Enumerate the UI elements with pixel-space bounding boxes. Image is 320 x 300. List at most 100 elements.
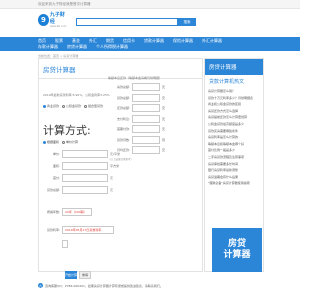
loan-type-label: 公积金贷款 — [66, 104, 82, 108]
nav-row-2: 存款计算器 房贷计算器 个人所得税计算器 — [38, 44, 137, 50]
field-downpayment: 首付: 元 — [45, 174, 113, 182]
reset-button[interactable]: 重填 — [79, 271, 91, 279]
nav-item[interactable]: 保险计算器 — [173, 38, 193, 44]
field-label: 面积: — [52, 164, 60, 168]
calc-method-label: 单价计算 — [66, 140, 79, 144]
result-unit: 元 — [162, 95, 166, 100]
result-unit: 元 — [162, 106, 166, 110]
years-select[interactable]: 20年（240期） — [62, 208, 92, 216]
sidebar-article-link[interactable]: 首付比例一般是多少 — [208, 147, 260, 154]
result-unit: 元 — [162, 127, 166, 131]
downpayment-input[interactable] — [62, 174, 108, 182]
sidebar-article-link[interactable]: 房贷提前还款怎么计算更划算 — [208, 114, 260, 121]
sidebar-article-link[interactable]: "理财必备"房贷计算器使用指南 — [208, 180, 260, 187]
field-label: 贷款总额: — [46, 188, 60, 192]
logo-mark-icon: 9 — [38, 13, 49, 26]
result-unit: 元 — [162, 85, 166, 89]
nav-item[interactable]: 存款计算器 — [38, 44, 58, 50]
radio-by-price[interactable] — [62, 140, 66, 144]
loan-type-label: 组合型贷款 — [88, 104, 104, 108]
loan-type-group: 商业贷款 公积金贷款 组合型贷款 — [43, 104, 106, 108]
results-head: 等额本息还款（等额本金请看月供明细） — [108, 76, 163, 80]
sidebar-article-link[interactable]: 商业和公积金贷款的区别 — [208, 101, 260, 108]
result-value — [132, 83, 160, 91]
sidebar-head: 房贷计算器 — [205, 59, 263, 75]
sidebar-article-link[interactable]: 银行房贷利率最新调整 — [208, 167, 260, 174]
rate-select[interactable]: 2019年05月17日基准利率 — [62, 226, 114, 234]
sidebar-article-link[interactable]: 房贷审批需要多长时间 — [208, 161, 260, 168]
site-logo[interactable]: 9 九子财经 www.9zi.com — [38, 12, 68, 28]
nav-item[interactable]: 房贷计算器 — [67, 44, 87, 50]
nav-item[interactable]: 外汇计算器 — [202, 38, 222, 44]
logo-domain: www.9zi.com — [49, 25, 67, 28]
field-loan-total: 贷款总额: 元 — [45, 186, 113, 194]
result-value — [132, 125, 160, 133]
field-unit: 元 — [110, 176, 114, 180]
result-row: 贷款总额: 元 — [108, 93, 200, 102]
footer-text: 咨询客服QQ：2786-000401，如果房贷计算器计算有误或提供改进建议，请联… — [45, 283, 163, 288]
result-label: 首期付款: — [116, 127, 130, 131]
result-label: 还款总额: — [116, 106, 130, 110]
sidebar-article-link[interactable]: 房贷计算器怎么用？ — [208, 88, 260, 95]
field-unit: 元 — [110, 188, 114, 192]
radio-fund[interactable] — [62, 104, 66, 108]
field-years: 按揭年数: 20年（240期） — [45, 208, 92, 216]
sidebar-article-link[interactable]: 公积金贷款最高额度是多少 — [208, 121, 260, 128]
result-row: 支付利息: 元 — [108, 114, 200, 123]
search-input[interactable] — [76, 18, 178, 26]
result-label: 贷款总额: — [116, 95, 130, 100]
sidebar-article-list: 房贷计算器怎么用？ 贷款十万元利率多少？月供明细表 商业和公积金贷款的区别 房贷… — [205, 88, 263, 187]
calc-method-label: 根据面积 — [47, 140, 60, 144]
result-value — [132, 93, 160, 102]
result-label: 房款总额: — [116, 85, 130, 89]
result-unit: 元 — [162, 116, 166, 121]
nav-item[interactable]: 个人所得税计算器 — [96, 44, 128, 50]
logo-name: 九子财经 — [49, 12, 65, 25]
sidebar-article-link[interactable]: 房贷利率是怎么计算的 — [208, 134, 260, 141]
result-label: 月均还款: — [116, 148, 130, 152]
results-panel: 等额本息还款（等额本金请看月供明细） 房款总额: 元 贷款总额: 元 还款总额: 元 … — [108, 76, 200, 161]
field-rate-input — [45, 240, 68, 248]
result-unit: 月 — [162, 137, 166, 142]
service-icon: 九 — [38, 283, 43, 288]
field-label: 单价: — [52, 152, 60, 156]
result-unit: 元 — [162, 148, 166, 152]
sidebar-article-link[interactable]: 贷款买房需要哪些条件 — [208, 128, 260, 135]
promo-line: 房贷 — [227, 239, 246, 249]
topbar-text: 欢迎来到九子财经我是首次计算器 — [38, 1, 91, 6]
unit-price-input[interactable] — [62, 150, 108, 158]
rate-input[interactable] — [62, 240, 68, 248]
footer: 九 咨询客服QQ：2786-000401，如果房贷计算器计算有误或提供改进建议，… — [38, 283, 163, 288]
result-label: 支付利息: — [116, 116, 130, 121]
radio-commercial[interactable] — [43, 104, 46, 108]
sidebar-article-link[interactable]: 房贷还款方式怎么选择 — [208, 108, 260, 115]
field-rate: 贷款利率: 2019年05月17日基准利率 — [45, 226, 114, 234]
promo-banner[interactable]: 房贷 计算器 — [212, 228, 262, 272]
calc-method-group: 根据面积 单价计算 — [43, 140, 78, 144]
result-value — [132, 146, 160, 154]
radio-by-area[interactable] — [43, 140, 46, 144]
sidebar-article-link[interactable]: 二手房贷款流程及注意事项 — [208, 154, 260, 161]
result-row: 月均还款: 元 — [108, 146, 200, 154]
sidebar-article-link[interactable]: 房贷逾期会有什么后果 — [208, 174, 260, 181]
field-label: 按揭年数: — [46, 210, 60, 214]
radio-combined[interactable] — [84, 104, 88, 108]
result-value — [132, 114, 160, 123]
loan-type-label: 商业贷款 — [47, 104, 60, 108]
search-button[interactable]: 搜索 — [178, 18, 196, 26]
area-input[interactable] — [62, 162, 108, 170]
field-area: 面积: 平方米 — [45, 162, 119, 170]
sidebar-block-title: 贷款计算机热文 — [209, 79, 245, 85]
sidebar-article-link[interactable]: 贷款十万元利率多少？月供明细表 — [208, 95, 260, 102]
result-row: 还款总额: 元 — [108, 104, 200, 112]
nav-item[interactable]: 贷款计算器 — [144, 38, 164, 44]
calculate-button[interactable]: 开始计算 — [65, 271, 77, 279]
results-note: （以上结果仅供参考） — [108, 157, 134, 161]
result-value — [132, 135, 160, 144]
topbar: 欢迎来到九子财经我是首次计算器 — [0, 0, 300, 9]
sidebar-article-link[interactable]: 等额本息和等额本金哪个好 — [208, 141, 260, 148]
loan-total-input[interactable] — [62, 186, 108, 194]
result-row: 房款总额: 元 — [108, 83, 200, 91]
result-value — [132, 104, 160, 112]
result-row: 贷款月数: 月 — [108, 135, 200, 144]
